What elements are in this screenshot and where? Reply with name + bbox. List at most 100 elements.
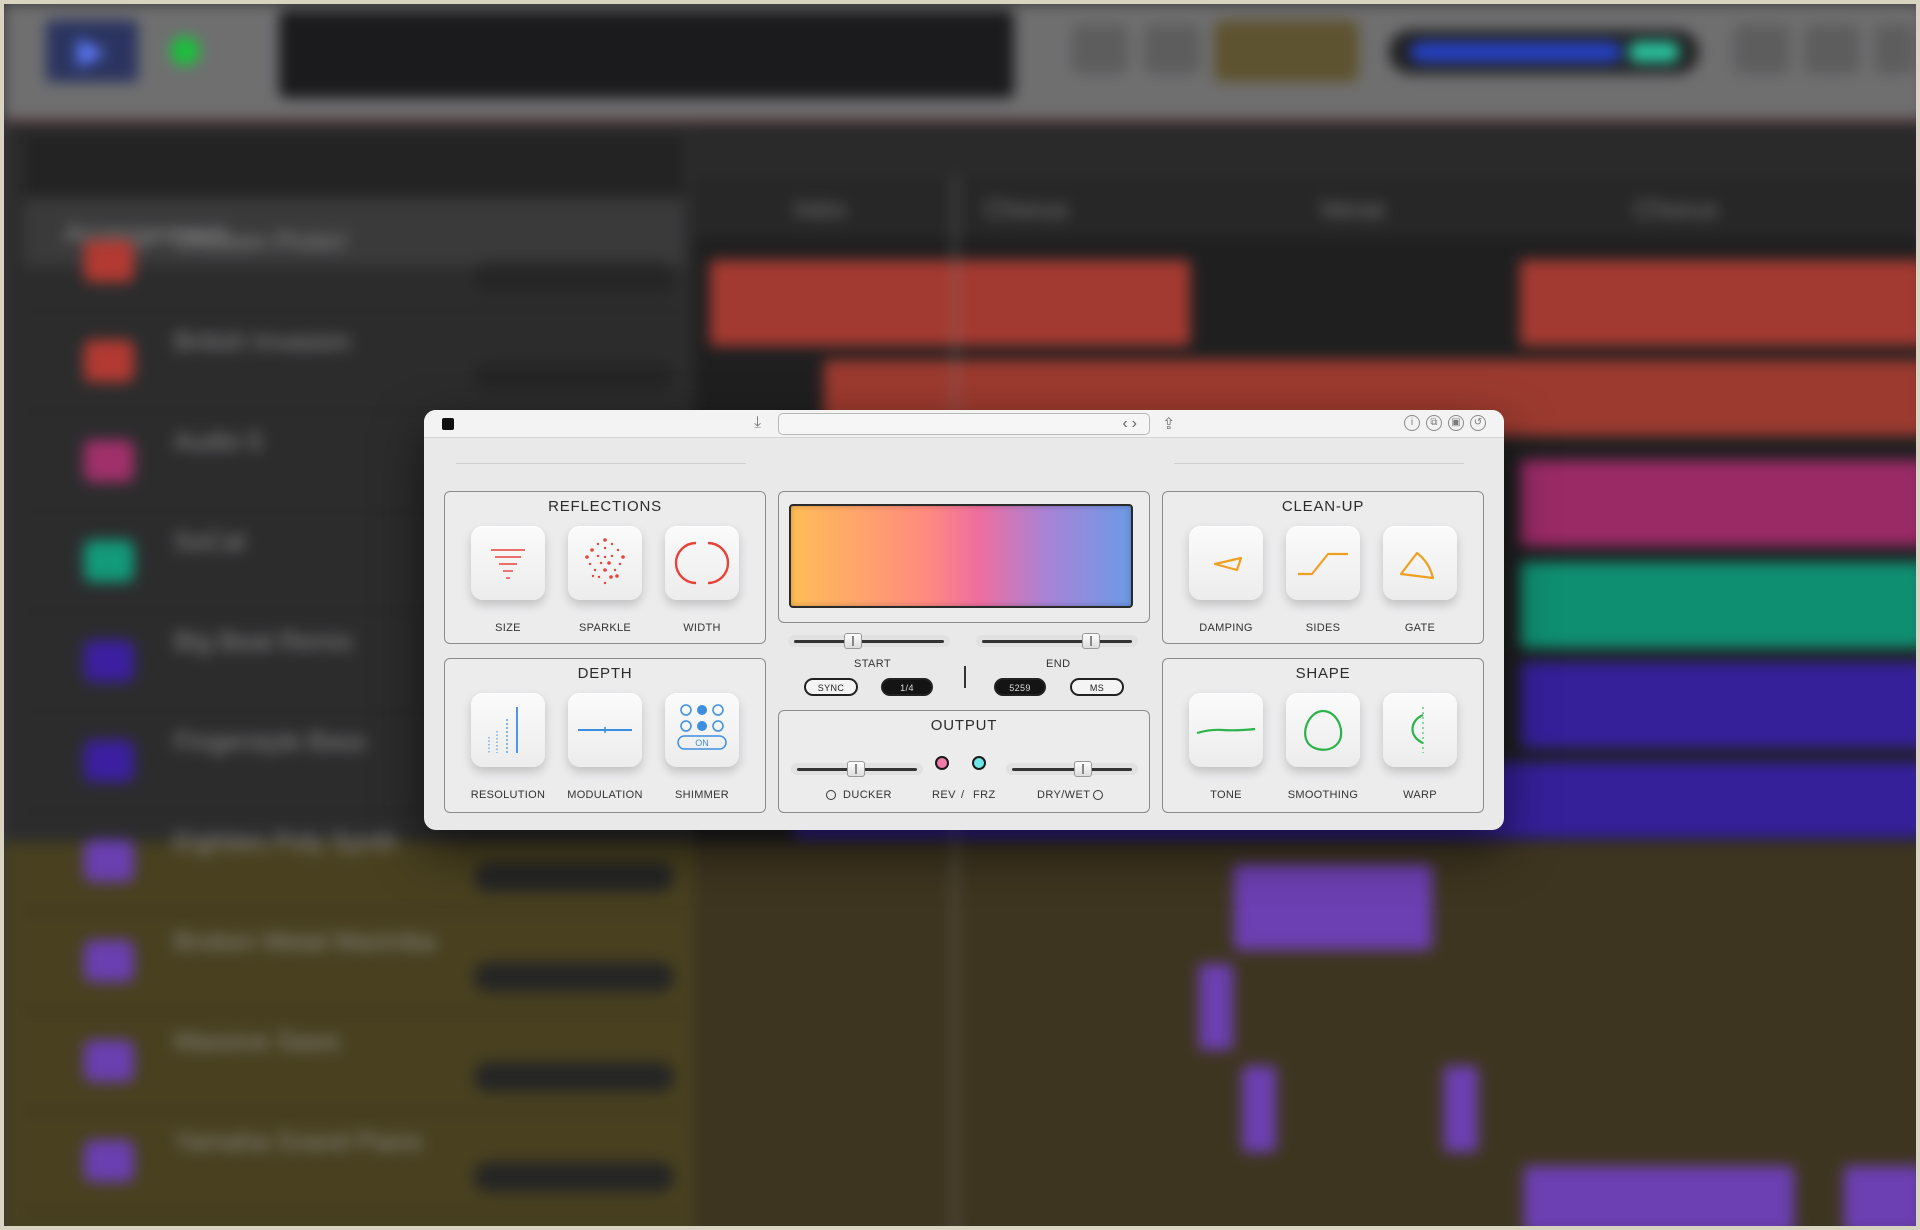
- smoothing-knob[interactable]: [1286, 693, 1360, 767]
- preset-field[interactable]: ‹›: [778, 413, 1150, 435]
- marker[interactable]: Chorus: [1634, 194, 1718, 225]
- tone-knob[interactable]: [1189, 693, 1263, 767]
- region[interactable]: [1844, 1166, 1916, 1226]
- track-header-row[interactable]: British Invasion: [24, 312, 684, 412]
- preset-nav-icon[interactable]: ‹›: [1122, 414, 1141, 434]
- track-volume-slider[interactable]: [474, 1162, 674, 1192]
- gradient-display[interactable]: [789, 504, 1133, 608]
- track-volume-slider[interactable]: [474, 1062, 674, 1092]
- download-icon[interactable]: ⤓: [754, 414, 761, 432]
- sync-button[interactable]: SYNC: [804, 678, 858, 696]
- slash-label: /: [961, 789, 965, 801]
- gate-knob[interactable]: [1383, 526, 1457, 600]
- track-header-row[interactable]: Yamaha Grand Piano: [24, 1112, 684, 1212]
- warp-knob[interactable]: [1383, 693, 1457, 767]
- display-panel: [778, 491, 1150, 623]
- modulation-icon: [578, 727, 632, 733]
- track-name: Massive Saws: [174, 1026, 341, 1056]
- notes-icon[interactable]: [1734, 24, 1790, 74]
- reset-icon[interactable]: ↺: [1470, 415, 1486, 431]
- save-icon[interactable]: ▣: [1448, 415, 1464, 431]
- region[interactable]: [1444, 1066, 1478, 1152]
- region[interactable]: [1520, 562, 1916, 648]
- pencil-icon[interactable]: [1144, 24, 1200, 74]
- region[interactable]: [1520, 260, 1916, 346]
- region[interactable]: [1520, 662, 1916, 748]
- track-volume-slider[interactable]: [474, 262, 674, 292]
- track-icon: [84, 240, 134, 282]
- damping-knob[interactable]: [1189, 526, 1263, 600]
- track-volume-slider[interactable]: [474, 962, 674, 992]
- region[interactable]: [710, 260, 1190, 346]
- knob-label: MODULATION: [567, 789, 643, 801]
- start-slider[interactable]: [788, 633, 950, 649]
- sparkle-knob[interactable]: [568, 526, 642, 600]
- tone-icon: [1196, 727, 1256, 735]
- marker[interactable]: Intro: [794, 194, 846, 225]
- copy-icon[interactable]: ⧉: [1426, 415, 1442, 431]
- track-name: Big Beat Remix: [174, 626, 354, 656]
- region[interactable]: [1242, 1066, 1276, 1152]
- lock-icon[interactable]: [1214, 20, 1359, 82]
- resolution-knob[interactable]: [471, 693, 545, 767]
- toolbar-tool-icon[interactable]: [1072, 24, 1128, 74]
- smoothing-icon: [1304, 709, 1343, 751]
- drywet-toggle[interactable]: [1093, 790, 1103, 800]
- plugin-window: ⤓ ‹› ⇪ i ⧉ ▣ ↺ REFLECTIONS SIZE SPARKLE …: [424, 410, 1504, 830]
- end-label: END: [1046, 658, 1071, 670]
- record-indicator-icon[interactable]: [170, 36, 200, 66]
- panel-title: OUTPUT: [930, 717, 998, 734]
- master-volume-slider[interactable]: [1389, 30, 1699, 74]
- track-name: Audio 5: [174, 426, 263, 456]
- region[interactable]: [1524, 1166, 1794, 1226]
- close-icon[interactable]: [442, 418, 454, 430]
- rev-label: REV: [932, 789, 956, 801]
- sides-icon: [1298, 552, 1348, 576]
- sides-knob[interactable]: [1286, 526, 1360, 600]
- rev-led[interactable]: [935, 756, 949, 770]
- drywet-slider[interactable]: [1006, 761, 1138, 777]
- track-volume-slider[interactable]: [474, 362, 674, 392]
- track-header-row[interactable]: Chicken Pickin': [24, 212, 684, 312]
- loop-browser-icon[interactable]: [1804, 24, 1860, 74]
- frz-label: FRZ: [973, 789, 996, 801]
- track-volume-slider[interactable]: [474, 862, 674, 892]
- info-icon[interactable]: i: [1404, 415, 1420, 431]
- ducker-slider[interactable]: [791, 761, 923, 777]
- track-name: SoCal: [174, 526, 245, 556]
- depth-panel: DEPTH RESOLUTION MODULATION ON SHIMMER: [444, 658, 766, 813]
- panel-title: DEPTH: [577, 665, 633, 682]
- ruler[interactable]: [694, 122, 1916, 178]
- marker[interactable]: Chorus: [984, 194, 1068, 225]
- knob-label: WARP: [1403, 789, 1437, 801]
- gate-icon: [1399, 551, 1435, 580]
- frz-led[interactable]: [972, 756, 986, 770]
- shimmer-on-badge[interactable]: ON: [695, 738, 709, 748]
- divider: [1174, 463, 1464, 464]
- track-header-row[interactable]: Broken Metal Marimba: [24, 912, 684, 1012]
- shimmer-knob[interactable]: ON: [665, 693, 739, 767]
- modulation-knob[interactable]: [568, 693, 642, 767]
- size-knob[interactable]: [471, 526, 545, 600]
- region[interactable]: [1234, 864, 1432, 950]
- upload-icon[interactable]: ⇪: [1162, 414, 1175, 434]
- knob-label: SMOOTHING: [1287, 789, 1359, 801]
- ms-value[interactable]: 5259: [994, 678, 1046, 696]
- region[interactable]: [1199, 964, 1233, 1050]
- header-icons: i ⧉ ▣ ↺: [1404, 415, 1486, 431]
- marker[interactable]: Verse: [1319, 194, 1386, 225]
- width-knob[interactable]: [665, 526, 739, 600]
- ducker-toggle[interactable]: [826, 790, 836, 800]
- region[interactable]: [1520, 460, 1916, 546]
- play-icon[interactable]: ▶: [46, 20, 138, 82]
- track-header-row[interactable]: Massive Saws: [24, 1012, 684, 1112]
- width-icon: [674, 541, 730, 585]
- browser-icon[interactable]: [1874, 24, 1914, 74]
- division-button[interactable]: 1/4: [881, 678, 933, 696]
- knob-label: SIZE: [495, 622, 521, 634]
- start-label: START: [854, 658, 892, 670]
- shape-panel: SHAPE TONE SMOOTHING WARP: [1162, 658, 1484, 813]
- ms-button[interactable]: MS: [1070, 678, 1124, 696]
- ducker-label: DUCKER: [843, 789, 892, 801]
- end-slider[interactable]: [976, 633, 1138, 649]
